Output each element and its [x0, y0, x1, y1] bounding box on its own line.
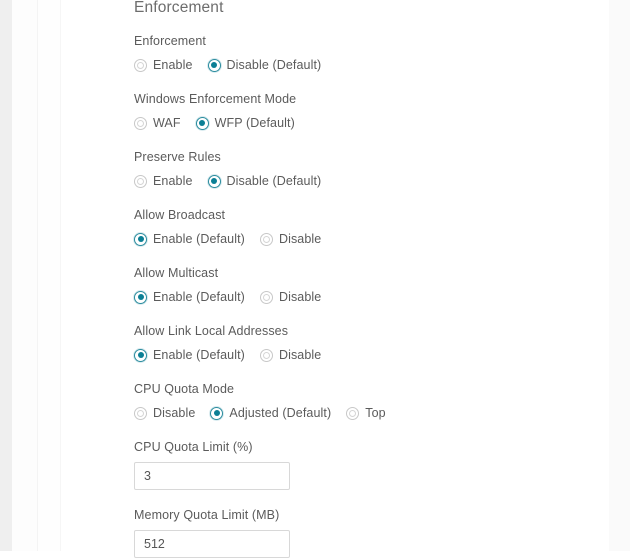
- field-cpu-quota-limit: CPU Quota Limit (%): [134, 439, 594, 490]
- radio-label: WFP (Default): [214, 116, 295, 130]
- radio-label: Disable: [278, 232, 322, 246]
- radio-unselected-icon[interactable]: [134, 174, 147, 188]
- field-label-enforcement: Enforcement: [134, 34, 206, 48]
- radio-group-preserve-rules: Enable Disable (Default): [134, 172, 594, 190]
- radio-option-allow-link-local-addresses-0[interactable]: Enable (Default): [134, 347, 245, 363]
- left-nav-rail-inner: [38, 0, 60, 551]
- radio-option-allow-multicast-0[interactable]: Enable (Default): [134, 289, 245, 305]
- field-label-preserve-rules: Preserve Rules: [134, 150, 221, 164]
- radio-unselected-icon[interactable]: [346, 406, 360, 420]
- radio-option-cpu-quota-mode-1[interactable]: Adjusted (Default): [210, 405, 331, 421]
- field-allow-broadcast: Allow Broadcast Enable (Default) Disable: [134, 207, 594, 248]
- radio-label: Disable: [278, 348, 322, 362]
- radio-option-cpu-quota-mode-0[interactable]: Disable: [134, 405, 195, 421]
- radio-option-allow-broadcast-1[interactable]: Disable: [259, 231, 322, 247]
- radio-label: Disable (Default): [226, 174, 322, 188]
- radio-selected-icon[interactable]: [207, 58, 221, 72]
- radio-selected-icon[interactable]: [207, 174, 221, 188]
- right-edge-rail: [609, 0, 630, 551]
- field-enforcement: Enforcement Enable Disable (Default): [134, 33, 594, 74]
- left-edge-rail: [0, 0, 12, 551]
- radio-unselected-icon[interactable]: [134, 116, 147, 130]
- field-memory-quota-limit: Memory Quota Limit (MB): [134, 507, 594, 558]
- field-label-allow-broadcast: Allow Broadcast: [134, 208, 226, 222]
- field-label-memory-quota-limit: Memory Quota Limit (MB): [134, 508, 280, 522]
- radio-selected-icon[interactable]: [195, 116, 209, 130]
- radio-group-windows-enforcement-mode: WAF WFP (Default): [134, 114, 594, 132]
- input-memory-quota-limit[interactable]: [134, 530, 290, 558]
- field-allow-multicast: Allow Multicast Enable (Default) Disable: [134, 265, 594, 306]
- radio-unselected-icon[interactable]: [259, 232, 273, 246]
- settings-page: Enforcement Enforcement Enable Disable (De…: [0, 0, 630, 558]
- radio-option-windows-enforcement-mode-1[interactable]: WFP (Default): [195, 115, 295, 131]
- radio-option-allow-link-local-addresses-1[interactable]: Disable: [259, 347, 322, 363]
- field-label-cpu-quota-mode: CPU Quota Mode: [134, 382, 235, 396]
- page-title: Enforcement: [134, 0, 224, 16]
- radio-label: Enable: [153, 174, 193, 188]
- enforcement-settings-panel: Enforcement Enforcement Enable Disable (De…: [61, 0, 609, 558]
- radio-label: Disable (Default): [226, 58, 322, 72]
- radio-unselected-icon[interactable]: [259, 348, 273, 362]
- radio-label: Enable (Default): [153, 290, 245, 304]
- radio-selected-icon[interactable]: [210, 406, 224, 420]
- radio-group-cpu-quota-mode: Disable Adjusted (Default) Top: [134, 404, 594, 422]
- radio-label: Adjusted (Default): [229, 406, 332, 420]
- field-allow-link-local-addresses: Allow Link Local Addresses Enable (Defaul…: [134, 323, 594, 364]
- radio-option-enforcement-0[interactable]: Enable: [134, 57, 193, 73]
- radio-group-allow-link-local-addresses: Enable (Default) Disable: [134, 346, 594, 364]
- radio-group-allow-broadcast: Enable (Default) Disable: [134, 230, 594, 248]
- radio-option-enforcement-1[interactable]: Disable (Default): [207, 57, 322, 73]
- radio-selected-icon[interactable]: [134, 290, 147, 304]
- field-label-windows-enforcement-mode: Windows Enforcement Mode: [134, 92, 297, 106]
- enforcement-form: Enforcement Enable Disable (Default) Window…: [134, 33, 594, 558]
- radio-option-windows-enforcement-mode-0[interactable]: WAF: [134, 115, 181, 131]
- radio-group-enforcement: Enable Disable (Default): [134, 56, 594, 74]
- radio-selected-icon[interactable]: [134, 232, 147, 246]
- radio-unselected-icon[interactable]: [134, 58, 147, 72]
- radio-label: WAF: [153, 116, 181, 130]
- radio-label: Top: [365, 406, 386, 420]
- input-cpu-quota-limit[interactable]: [134, 462, 290, 490]
- field-windows-enforcement-mode: Windows Enforcement Mode WAF WFP (Default): [134, 91, 594, 132]
- radio-group-allow-multicast: Enable (Default) Disable: [134, 288, 594, 306]
- field-label-allow-multicast: Allow Multicast: [134, 266, 219, 280]
- radio-label: Enable (Default): [153, 232, 245, 246]
- radio-unselected-icon[interactable]: [134, 406, 147, 420]
- radio-label: Enable (Default): [153, 348, 245, 362]
- radio-label: Disable: [278, 290, 322, 304]
- radio-option-allow-broadcast-0[interactable]: Enable (Default): [134, 231, 245, 247]
- field-preserve-rules: Preserve Rules Enable Disable (Default): [134, 149, 594, 190]
- radio-option-preserve-rules-1[interactable]: Disable (Default): [207, 173, 322, 189]
- radio-unselected-icon[interactable]: [259, 290, 273, 304]
- radio-option-allow-multicast-1[interactable]: Disable: [259, 289, 322, 305]
- radio-label: Disable: [153, 406, 196, 420]
- radio-label: Enable: [153, 58, 193, 72]
- radio-option-cpu-quota-mode-2[interactable]: Top: [346, 405, 386, 421]
- field-label-cpu-quota-limit: CPU Quota Limit (%): [134, 440, 253, 454]
- field-label-allow-link-local-addresses: Allow Link Local Addresses: [134, 324, 289, 338]
- field-cpu-quota-mode: CPU Quota Mode Disable Adjusted (Default) T…: [134, 381, 594, 422]
- radio-option-preserve-rules-0[interactable]: Enable: [134, 173, 193, 189]
- left-nav-rail-outer: [12, 0, 37, 551]
- radio-selected-icon[interactable]: [134, 348, 147, 362]
